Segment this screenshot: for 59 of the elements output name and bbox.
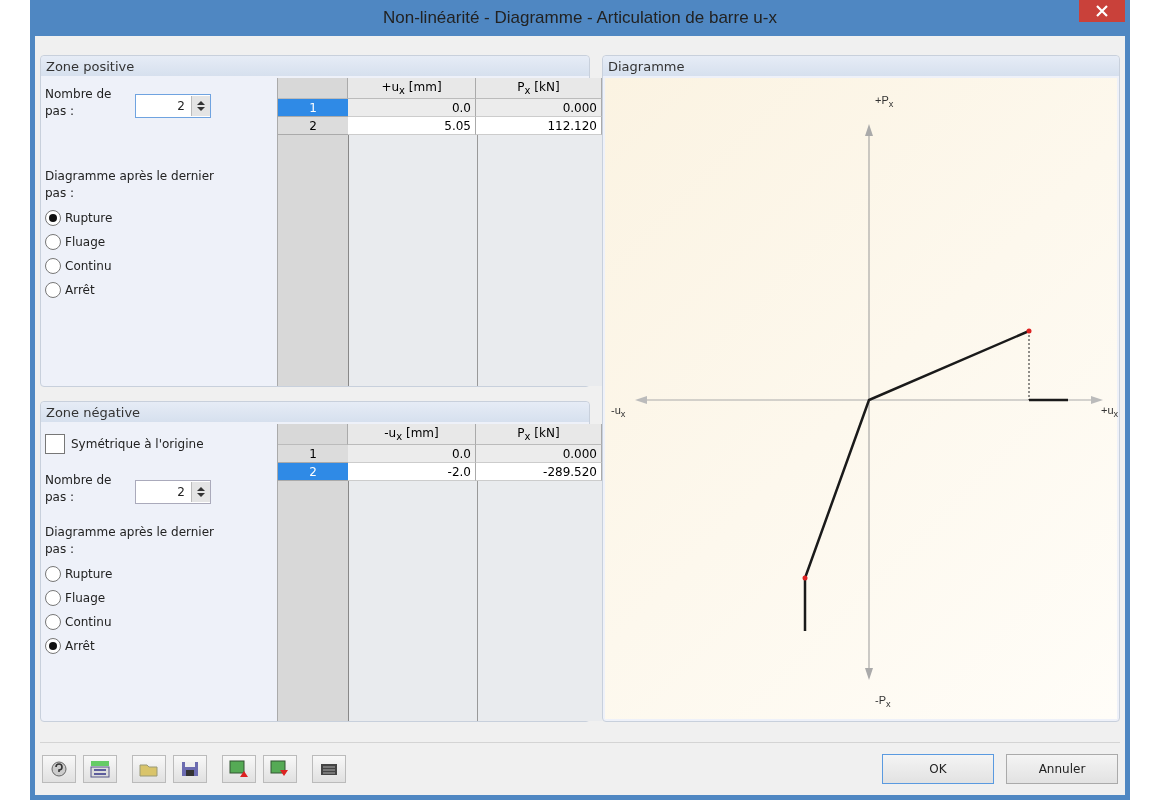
save-icon xyxy=(180,760,200,778)
radio-button[interactable] xyxy=(45,258,61,274)
axis-label: +u$_{x}$ xyxy=(1101,404,1119,420)
radio-label: Arrêt xyxy=(65,283,95,297)
row-number[interactable]: 2 xyxy=(278,463,348,481)
radio-button[interactable] xyxy=(45,282,61,298)
steps-spinbox[interactable]: 2 xyxy=(135,94,211,118)
row-number[interactable]: 2 xyxy=(278,117,348,135)
number-format-icon xyxy=(90,760,110,778)
radio-label: Fluage xyxy=(65,235,106,249)
radio-label: Rupture xyxy=(65,211,113,225)
radio-button[interactable] xyxy=(45,590,61,606)
table-cell[interactable]: 0.000 xyxy=(476,445,602,463)
table-cell[interactable]: -289.520 xyxy=(476,463,602,481)
radio-label: Continu xyxy=(65,259,112,273)
close-button[interactable] xyxy=(1079,0,1125,22)
axis-label: -P$_{x}$ xyxy=(875,694,891,710)
toolbar-button[interactable] xyxy=(83,755,117,783)
table-cell[interactable]: -2.0 xyxy=(348,463,476,481)
table-cell[interactable]: 0.0 xyxy=(348,99,476,117)
steps-label: Nombre de pas : xyxy=(45,472,113,506)
after-label: Diagramme après le dernier pas : xyxy=(45,524,215,558)
table-cell[interactable]: 5.05 xyxy=(348,117,476,135)
radio-label: Continu xyxy=(65,615,112,629)
panel-title: Zone positive xyxy=(46,58,135,74)
checkbox[interactable] xyxy=(45,434,65,454)
row-number[interactable]: 1 xyxy=(278,445,348,463)
panel-title: Diagramme xyxy=(608,58,685,74)
toolbar-button[interactable] xyxy=(173,755,207,783)
axis-label: -u$_{x}$ xyxy=(611,404,626,420)
radio-label: Arrêt xyxy=(65,639,95,653)
table-cell[interactable]: 112.120 xyxy=(476,117,602,135)
radio-label: Rupture xyxy=(65,567,113,581)
dialog-button[interactable]: OK xyxy=(882,754,994,784)
radio-button[interactable] xyxy=(45,638,61,654)
steps-spinbox[interactable]: 2 xyxy=(135,480,211,504)
dialog-button[interactable]: Annuler xyxy=(1006,754,1118,784)
column-header: -u$_{x}$ [mm] xyxy=(348,424,476,445)
after-label: Diagramme après le dernier pas : xyxy=(45,168,215,202)
radio-button[interactable] xyxy=(45,234,61,250)
radio-label: Fluage xyxy=(65,591,106,605)
row-number[interactable]: 1 xyxy=(278,99,348,117)
close-icon xyxy=(1096,5,1108,17)
steps-label: Nombre de pas : xyxy=(45,86,113,120)
window-title: Non-linéarité - Diagramme - Articulation de barre u-x xyxy=(383,8,777,28)
toolbar-button[interactable] xyxy=(42,755,76,783)
column-header: P$_{x}$ [kN] xyxy=(476,424,602,445)
panel-title: Zone négative xyxy=(46,404,141,420)
column-header: +u$_{x}$ [mm] xyxy=(348,78,476,99)
column-header: P$_{x}$ [kN] xyxy=(476,78,602,99)
help-icon xyxy=(49,760,69,778)
radio-button[interactable] xyxy=(45,566,61,582)
checkbox-label: Symétrique à l'origine xyxy=(71,437,204,451)
toolbar-button[interactable] xyxy=(312,755,346,783)
radio-button[interactable] xyxy=(45,614,61,630)
axis-label: +P$_{x}$ xyxy=(875,94,894,110)
radio-button[interactable] xyxy=(45,210,61,226)
table-cell[interactable]: 0.0 xyxy=(348,445,476,463)
table-cell[interactable]: 0.000 xyxy=(476,99,602,117)
